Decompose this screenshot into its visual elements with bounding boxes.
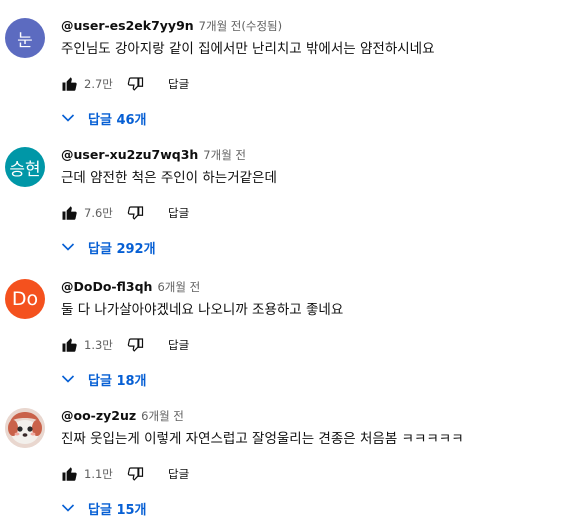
avatar[interactable] xyxy=(5,408,45,448)
view-replies-button[interactable]: 답글 46개 xyxy=(58,104,147,132)
view-replies-button[interactable]: 답글 15개 xyxy=(58,494,147,520)
thumbs-up-icon xyxy=(62,77,77,91)
comment-time[interactable]: 6개월 전 xyxy=(141,408,184,424)
like-button[interactable] xyxy=(57,71,83,97)
dislike-button[interactable] xyxy=(122,200,148,226)
avatar-initial: 눈 xyxy=(17,30,33,51)
reply-button[interactable]: 답글 xyxy=(168,76,189,92)
reply-button[interactable]: 답글 xyxy=(168,337,189,353)
avatar[interactable]: 승현 xyxy=(5,147,45,187)
replies-label: 답글 46개 xyxy=(88,112,147,128)
comment-thread: Do @DoDo-fl3qh 6개월 전 둘 다 나가살아야겠네요 나오니까 조… xyxy=(0,279,562,407)
replies-label: 답글 292개 xyxy=(88,241,156,257)
comment-text: 진짜 웃입는게 이렇게 자연스럽고 잘엉울리는 견종은 처음봄 ㅋㅋㅋㅋㅋ xyxy=(61,431,464,447)
thumbs-down-icon xyxy=(127,77,144,91)
chevron-down-icon xyxy=(58,369,78,389)
comment-author[interactable]: @user-xu2zu7wq3h xyxy=(61,147,198,162)
replies-label: 답글 15개 xyxy=(88,502,147,518)
avatar-initial: Do xyxy=(11,288,39,310)
like-count: 2.7만 xyxy=(84,77,113,91)
comment-text: 둘 다 나가살아야겠네요 나오니까 조용하고 좋네요 xyxy=(61,302,344,318)
comment-author[interactable]: @DoDo-fl3qh xyxy=(61,279,152,294)
dislike-button[interactable] xyxy=(122,461,148,487)
like-count: 1.3만 xyxy=(84,338,113,352)
like-button[interactable] xyxy=(57,200,83,226)
like-button[interactable] xyxy=(57,461,83,487)
reply-button[interactable]: 답글 xyxy=(168,466,189,482)
thumbs-down-icon xyxy=(127,338,144,352)
comment-thread: @oo-zy2uz 6개월 전 진짜 웃입는게 이렇게 자연스럽고 잘엉울리는 … xyxy=(0,408,562,520)
chevron-down-icon xyxy=(58,498,78,518)
dog-avatar-image xyxy=(5,408,45,448)
comment-time[interactable]: 7개월 전 xyxy=(203,147,246,163)
dislike-button[interactable] xyxy=(122,332,148,358)
thumbs-up-icon xyxy=(62,206,77,220)
comment-thread: 눈 @user-es2ek7yy9n 7개월 전(수정됨) 주인님도 강아지랑 … xyxy=(0,18,562,146)
comment-text: 주인님도 강아지랑 같이 집에서만 난리치고 밖에서는 얌전하시네요 xyxy=(61,41,435,57)
thumbs-down-icon xyxy=(127,206,144,220)
comment-thread: 승현 @user-xu2zu7wq3h 7개월 전 근데 얌전한 척은 주인이 … xyxy=(0,147,562,275)
dislike-button[interactable] xyxy=(122,71,148,97)
thumbs-up-icon xyxy=(62,467,77,481)
like-count: 1.1만 xyxy=(84,467,113,481)
chevron-down-icon xyxy=(58,108,78,128)
comment-text: 근데 얌전한 척은 주인이 하는거같은데 xyxy=(61,170,277,186)
reply-button[interactable]: 답글 xyxy=(168,205,189,221)
avatar[interactable]: 눈 xyxy=(5,18,45,58)
thumbs-down-icon xyxy=(127,467,144,481)
comment-author[interactable]: @oo-zy2uz xyxy=(61,408,136,423)
thumbs-up-icon xyxy=(62,338,77,352)
comment-time[interactable]: 6개월 전 xyxy=(157,279,200,295)
avatar[interactable]: Do xyxy=(5,279,45,319)
replies-label: 답글 18개 xyxy=(88,373,147,389)
avatar-initial: 승현 xyxy=(9,159,41,180)
chevron-down-icon xyxy=(58,237,78,257)
comment-time[interactable]: 7개월 전(수정됨) xyxy=(199,18,282,34)
comment-author[interactable]: @user-es2ek7yy9n xyxy=(61,18,194,33)
like-count: 7.6만 xyxy=(84,206,113,220)
view-replies-button[interactable]: 답글 292개 xyxy=(58,233,156,261)
view-replies-button[interactable]: 답글 18개 xyxy=(58,365,147,393)
like-button[interactable] xyxy=(57,332,83,358)
